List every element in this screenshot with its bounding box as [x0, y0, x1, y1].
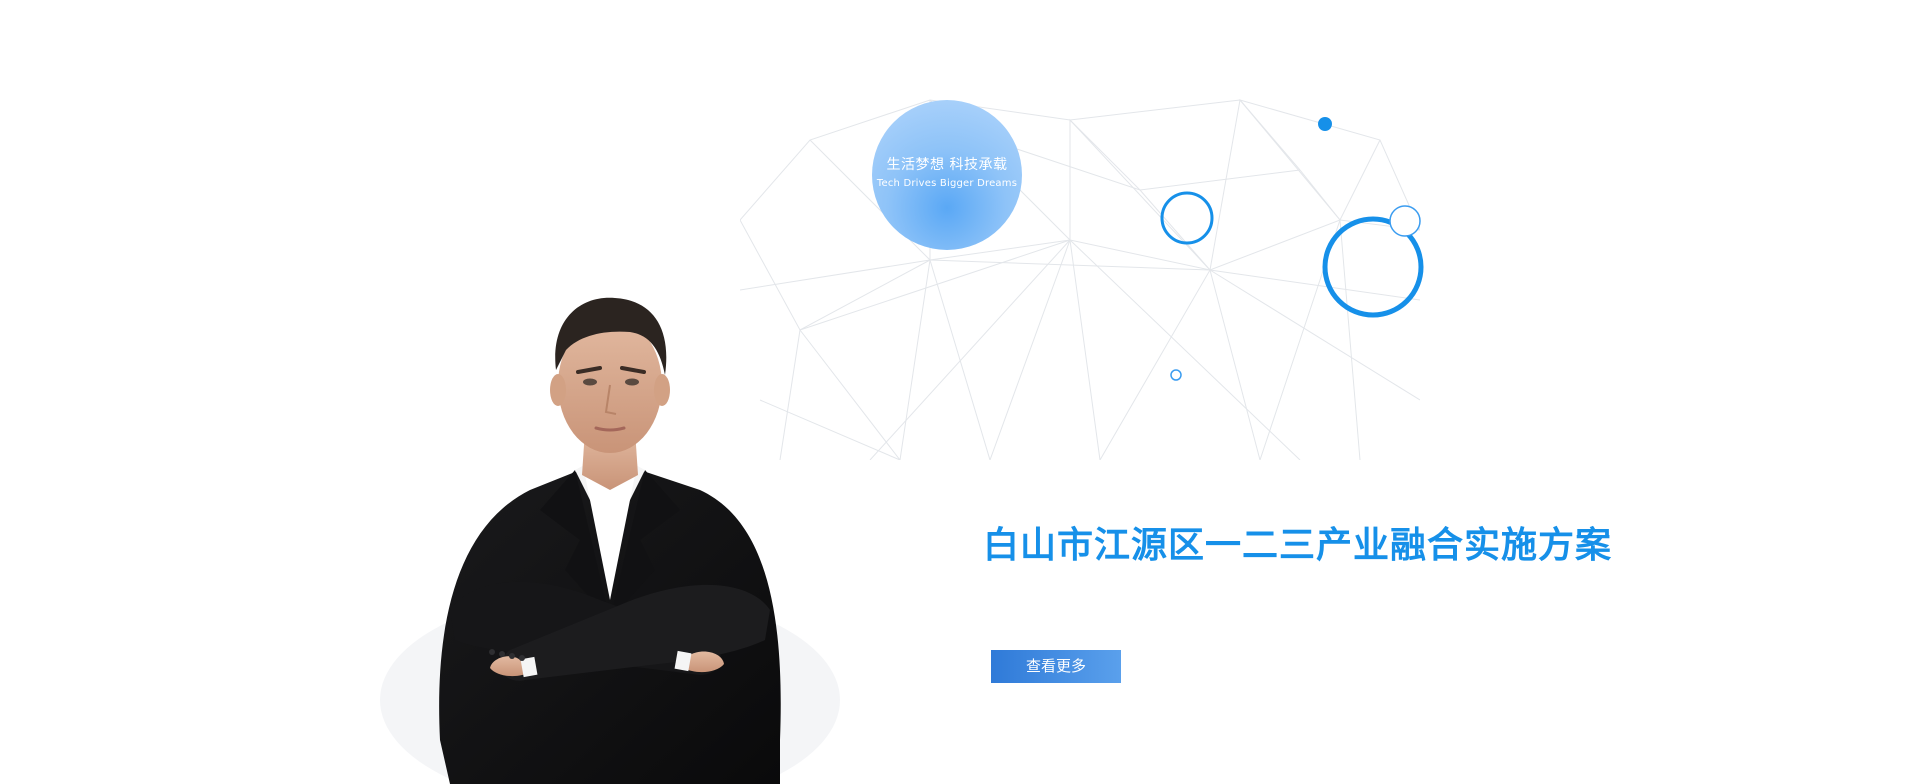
- tiny-ring: [1170, 369, 1182, 381]
- hero-banner: 生活梦想 科技承载 Tech Drives Bigger Dreams 白山市江…: [0, 0, 1920, 784]
- decorative-circles: [1160, 117, 1424, 381]
- ring-medium: [1160, 191, 1214, 245]
- businessman-image: [380, 297, 840, 784]
- badge-subtitle: Tech Drives Bigger Dreams: [876, 178, 1018, 189]
- small-dot: [1318, 117, 1332, 131]
- page-title: 白山市江源区一二三产业融合实施方案: [983, 525, 1613, 566]
- view-more-button[interactable]: 查看更多: [991, 650, 1121, 683]
- ring-small-overlap: [1389, 205, 1421, 237]
- slogan-badge: 生活梦想 科技承载 Tech Drives Bigger Dreams: [872, 100, 1022, 250]
- badge-title: 生活梦想 科技承载: [886, 157, 1008, 173]
